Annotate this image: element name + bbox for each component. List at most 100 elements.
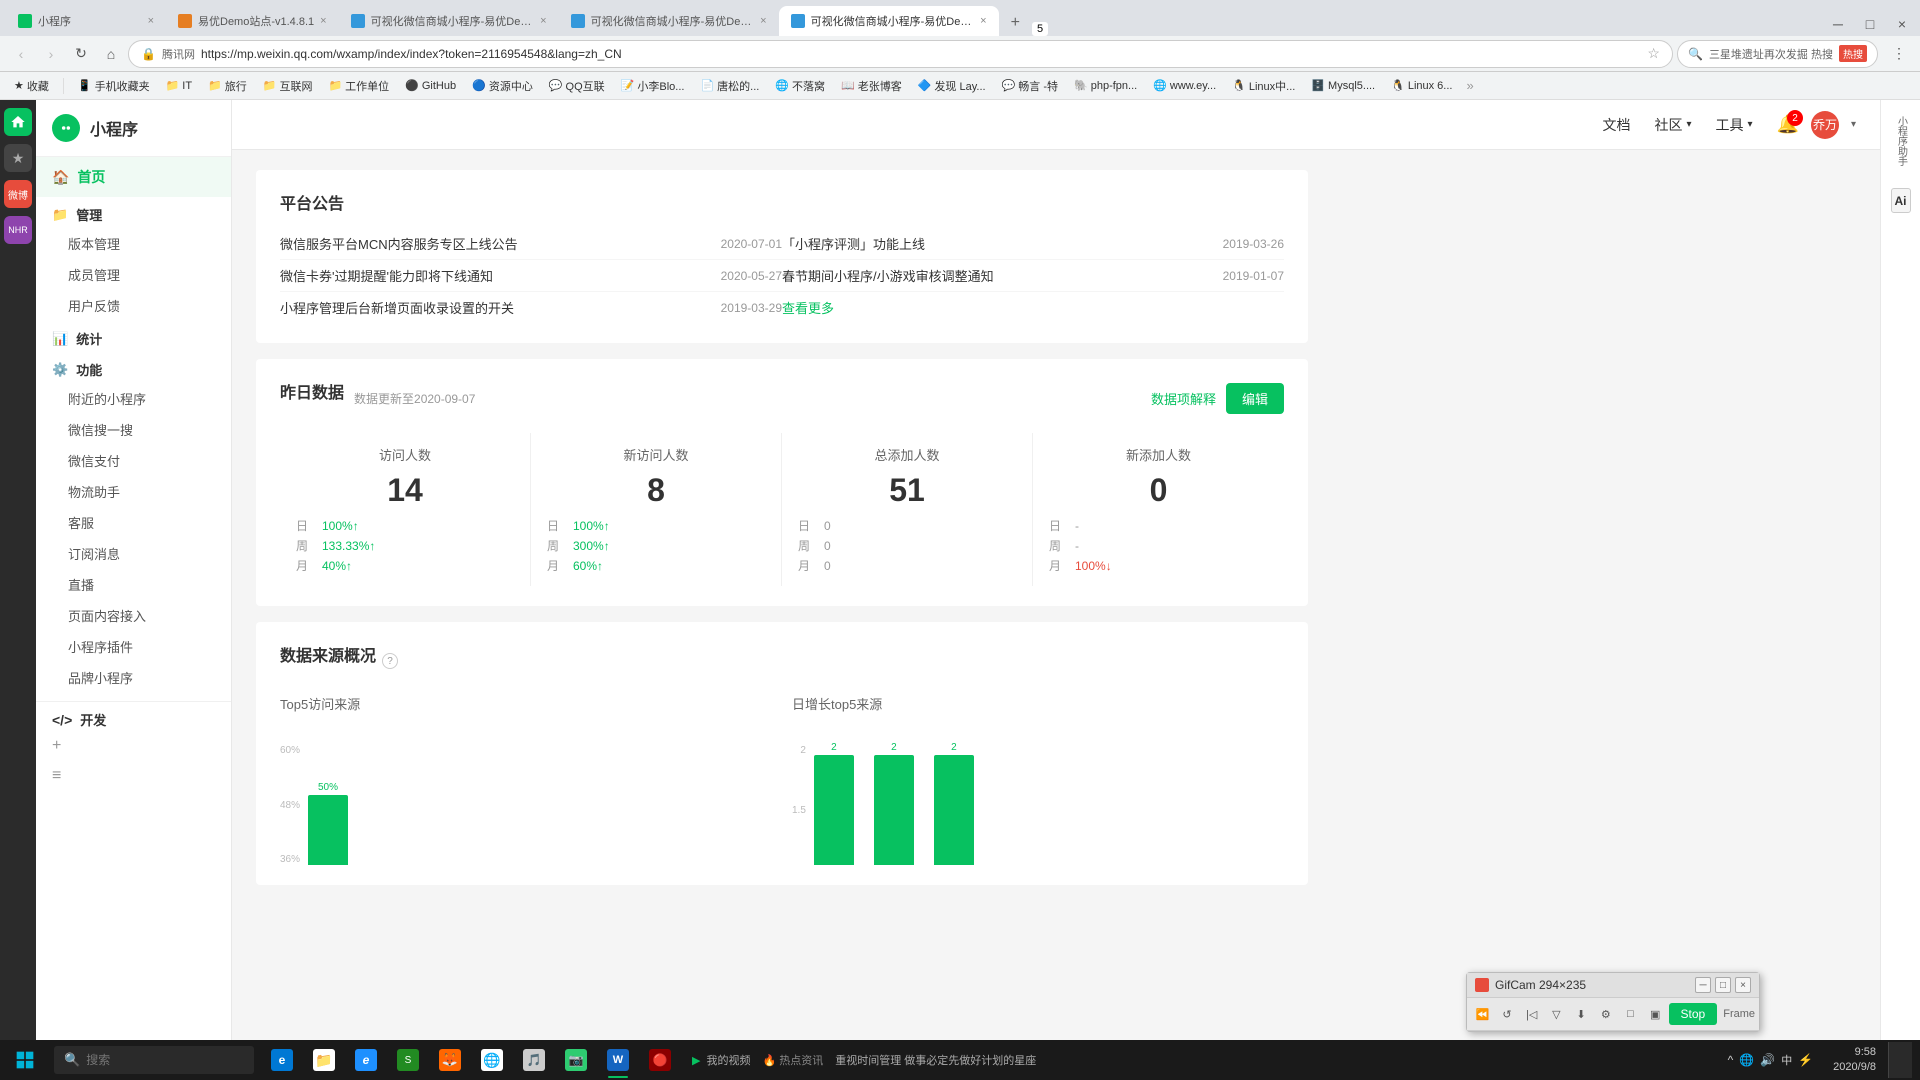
tab-wechat-3[interactable]: 可视化微信商城小程序-易优Demo站... ×	[779, 6, 999, 36]
home-nav-button[interactable]: ⌂	[98, 41, 124, 67]
extensions-button[interactable]: ⋮	[1886, 41, 1912, 67]
sidebar-item-home[interactable]: 🏠 首页	[36, 157, 231, 197]
dev-group-title[interactable]: </> 开发	[52, 710, 215, 729]
gifcam-tool-3[interactable]: |◁	[1520, 1002, 1543, 1026]
bookmark-mysql[interactable]: 🗄️ Mysql5....	[1305, 77, 1381, 94]
gifcam-tool-5[interactable]: ⚙	[1594, 1002, 1617, 1026]
refresh-button[interactable]: ↻	[68, 41, 94, 67]
features-group-title[interactable]: ⚙️ 功能	[52, 360, 215, 379]
management-group-title[interactable]: 📁 管理	[52, 205, 215, 224]
sidebar-item-subscribe[interactable]: 订阅消息	[36, 538, 231, 569]
sidebar-item-members[interactable]: 成员管理	[36, 259, 231, 290]
forward-button[interactable]: ›	[38, 41, 64, 67]
gifcam-close-button[interactable]: ×	[1735, 977, 1751, 993]
sidebar-item-version[interactable]: 版本管理	[36, 228, 231, 259]
sidebar-item-customer-service[interactable]: 客服	[36, 507, 231, 538]
announce-link-3[interactable]: 小程序管理后台新增页面收录设置的开关	[280, 298, 514, 317]
data-explain-link[interactable]: 数据项解释	[1151, 389, 1216, 408]
taskbar-item-9[interactable]: W	[598, 1040, 638, 1080]
taskbar-item-2[interactable]: 📁	[304, 1040, 344, 1080]
taskbar-item-7[interactable]: 🎵	[514, 1040, 554, 1080]
sidebar-item-feedback[interactable]: 用户反馈	[36, 290, 231, 321]
menu-row[interactable]: ≡	[36, 763, 231, 793]
bookmarks-more[interactable]: »	[1466, 78, 1473, 93]
input-method-icon[interactable]: 中	[1781, 1052, 1792, 1068]
search-box[interactable]: 🔍 三星堆遗址再次发掘 热搜 热搜	[1677, 40, 1878, 68]
bookmark-php[interactable]: 🐘 php-fpn...	[1068, 77, 1143, 94]
announce-link-5[interactable]: 春节期间小程序/小游戏审核调整通知	[782, 266, 994, 285]
gifcam-tool-7[interactable]: ▣	[1644, 1002, 1667, 1026]
bookmark-github[interactable]: ⚫ GitHub	[399, 77, 462, 94]
bookmark-internet[interactable]: 📁 互联网	[257, 76, 319, 96]
nav-tools[interactable]: 工具 ▾	[1716, 115, 1753, 135]
sidebar-item-brand[interactable]: 品牌小程序	[36, 662, 231, 693]
gifcam-tool-2[interactable]: ↺	[1496, 1002, 1519, 1026]
ai-badge[interactable]: Ai	[1891, 188, 1911, 213]
bookmark-laozhanng[interactable]: 📖 老张博客	[835, 76, 908, 96]
bookmark-blog1[interactable]: 📝 小李Blo...	[615, 76, 691, 96]
dock-icon-weibo[interactable]: 微博	[4, 180, 32, 208]
taskbar-item-4[interactable]: S	[388, 1040, 428, 1080]
dock-icon-star[interactable]: ★	[4, 144, 32, 172]
taskbar-item-1[interactable]: e	[262, 1040, 302, 1080]
gifcam-maximize-button[interactable]: □	[1715, 977, 1731, 993]
bookmark-resource[interactable]: 🔵 资源中心	[466, 76, 539, 96]
sidebar-item-page-content[interactable]: 页面内容接入	[36, 600, 231, 631]
gifcam-minimize-button[interactable]: ─	[1695, 977, 1711, 993]
nav-docs[interactable]: 文档	[1602, 115, 1630, 135]
dropdown-chevron-icon[interactable]: ▾	[1851, 119, 1856, 130]
tab-close-2[interactable]: ×	[320, 15, 326, 27]
taskbar-item-5[interactable]: 🦊	[430, 1040, 470, 1080]
taskbar-item-6[interactable]: 🌐	[472, 1040, 512, 1080]
user-avatar[interactable]: 乔万	[1811, 111, 1839, 139]
taskbar-item-3[interactable]: e	[346, 1040, 386, 1080]
gifcam-tool-download[interactable]: ⬇	[1570, 1002, 1593, 1026]
sidebar-item-nearby[interactable]: 附近的小程序	[36, 383, 231, 414]
taskbar-clock[interactable]: 9:58 2020/9/8	[1825, 1045, 1884, 1076]
tray-icon-5[interactable]: ⚡	[1798, 1053, 1813, 1067]
bookmark-linux-cn[interactable]: 🐧 Linux中...	[1226, 76, 1301, 96]
minimize-button[interactable]: ─	[1826, 12, 1850, 36]
gifcam-tool-1[interactable]: ⏪	[1471, 1002, 1494, 1026]
network-icon[interactable]: 🌐	[1739, 1053, 1754, 1067]
bookmark-it[interactable]: 📁 IT	[160, 77, 198, 94]
close-button[interactable]: ×	[1890, 12, 1914, 36]
taskbar-search-box[interactable]: 🔍	[54, 1046, 254, 1074]
dock-icon-home[interactable]	[4, 108, 32, 136]
sidebar-item-wechat-search[interactable]: 微信搜一搜	[36, 414, 231, 445]
tab-close-4[interactable]: ×	[760, 15, 766, 27]
bookmark-mobile[interactable]: 📱 手机收藏夹	[72, 76, 156, 96]
bookmark-star-icon[interactable]: ☆	[1647, 45, 1660, 62]
bookmark-blog2[interactable]: 📄 唐松的...	[694, 76, 765, 96]
announce-more-link[interactable]: 查看更多	[782, 298, 834, 317]
sidebar-item-live[interactable]: 直播	[36, 569, 231, 600]
help-icon[interactable]: ?	[382, 653, 398, 669]
taskbar-item-10[interactable]: 🔴	[640, 1040, 680, 1080]
gifcam-tool-6[interactable]: □	[1619, 1002, 1642, 1026]
maximize-button[interactable]: □	[1858, 12, 1882, 36]
tray-icon-1[interactable]: ^	[1728, 1053, 1734, 1067]
bookmark-lay[interactable]: 🔷 发现 Lay...	[912, 76, 992, 96]
start-button[interactable]	[0, 1040, 50, 1080]
taskbar-item-8[interactable]: 📷	[556, 1040, 596, 1080]
taskbar-search-input[interactable]	[86, 1053, 206, 1067]
gifcam-stop-button[interactable]: Stop	[1669, 1003, 1718, 1025]
tab-close-3[interactable]: ×	[540, 15, 546, 27]
edit-button[interactable]: 编辑	[1226, 383, 1284, 414]
bookmark-linux6[interactable]: 🐧 Linux 6...	[1385, 77, 1458, 94]
tab-wechat-1[interactable]: 可视化微信商城小程序-易优Dem... ×	[339, 6, 559, 36]
volume-icon[interactable]: 🔊	[1760, 1053, 1775, 1067]
announce-link-4[interactable]: 「小程序评测」功能上线	[782, 234, 925, 253]
tab-yiyou[interactable]: 易优Demo站点-v1.4.8.1 ×	[166, 6, 339, 36]
bookmark-work[interactable]: 📁 工作单位	[322, 76, 395, 96]
bookmark-noluowo[interactable]: 🌐 不落窝	[769, 76, 831, 96]
address-bar[interactable]: 🔒 腾讯网 https://mp.weixin.qq.com/wxamp/ind…	[128, 40, 1673, 68]
back-button[interactable]: ‹	[8, 41, 34, 67]
announce-link-1[interactable]: 微信服务平台MCN内容服务专区上线公告	[280, 234, 518, 253]
announce-link-2[interactable]: 微信卡券'过期提醒'能力即将下线通知	[280, 266, 493, 285]
nav-community[interactable]: 社区 ▾	[1654, 115, 1691, 135]
sidebar-item-plugin[interactable]: 小程序插件	[36, 631, 231, 662]
tab-close-5[interactable]: ×	[980, 15, 986, 27]
dock-icon-special[interactable]: NHR	[4, 216, 32, 244]
gifcam-tool-4[interactable]: ▽	[1545, 1002, 1568, 1026]
